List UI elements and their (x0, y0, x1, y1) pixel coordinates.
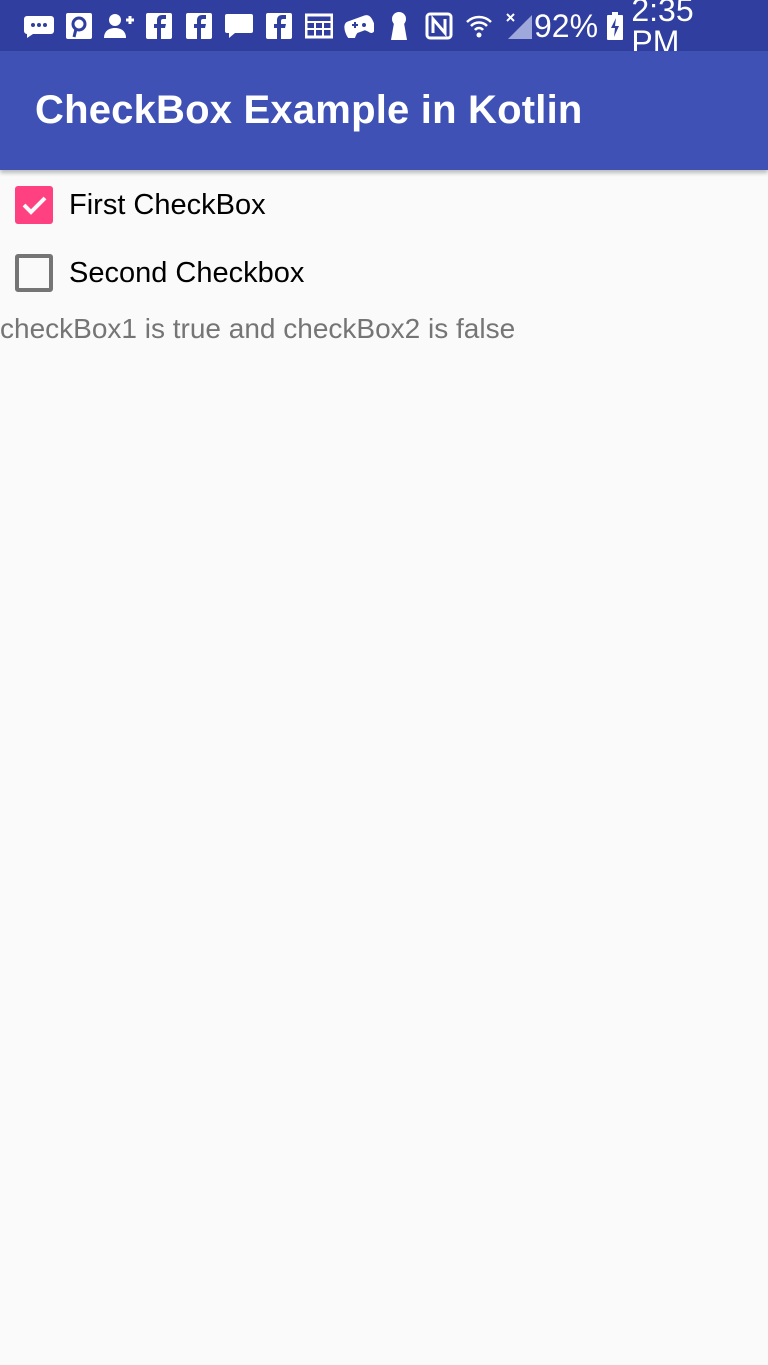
nfc-icon (424, 11, 454, 41)
checkbox-unchecked-icon[interactable] (15, 254, 53, 292)
second-checkbox[interactable]: Second Checkbox (0, 240, 768, 306)
status-right: 92% 2:35 PM (534, 0, 746, 58)
status-bar: 92% 2:35 PM (0, 0, 768, 58)
checkmark-icon (22, 196, 47, 215)
notification-icons (24, 11, 534, 41)
calendar-icon (304, 11, 334, 41)
add-contact-icon (104, 11, 134, 41)
app-toolbar: CheckBox Example in Kotlin (0, 51, 768, 170)
message-icon (224, 11, 254, 41)
no-signal-icon (504, 11, 534, 41)
clock: 2:35 PM (631, 0, 694, 60)
wifi-icon (464, 11, 494, 41)
battery-percent: 92% (534, 7, 599, 44)
facebook-icon (144, 11, 174, 41)
facebook-icon (264, 11, 294, 41)
first-checkbox[interactable]: First CheckBox (0, 172, 768, 238)
checkbox-checked-icon[interactable] (15, 186, 53, 224)
first-checkbox-label: First CheckBox (69, 188, 266, 221)
gamepad-icon (344, 11, 374, 41)
sms-icon (24, 11, 54, 41)
battery-charging-icon (606, 11, 623, 41)
result-text: checkBox1 is true and checkBox2 is false (0, 313, 516, 344)
facebook-icon (184, 11, 214, 41)
pinterest-icon (64, 11, 94, 41)
toolbar-title: CheckBox Example in Kotlin (35, 88, 583, 132)
second-checkbox-label: Second Checkbox (69, 256, 305, 289)
keyhole-icon (384, 11, 414, 41)
